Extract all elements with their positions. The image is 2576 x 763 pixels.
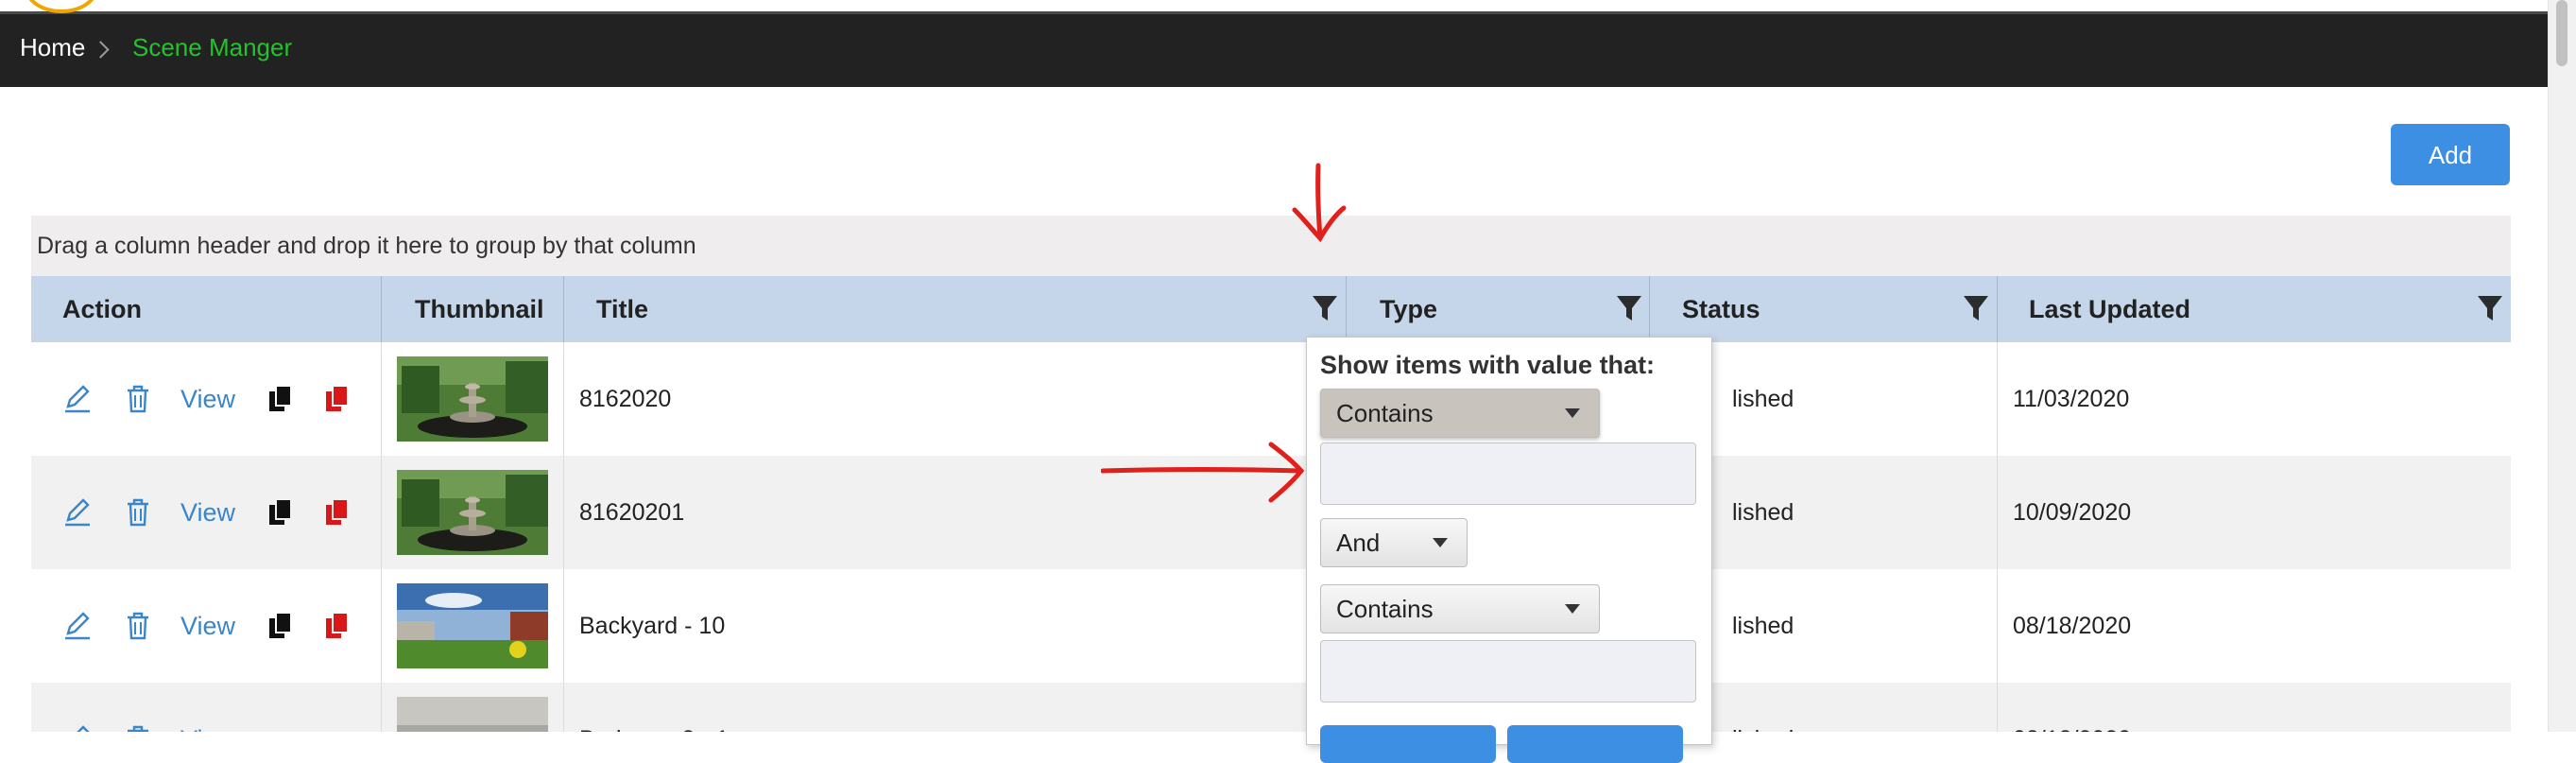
duplicate-icon[interactable]: [323, 724, 352, 732]
breadcrumb: Home Scene Manger: [0, 14, 2548, 87]
group-by-panel[interactable]: Drag a column header and drop it here to…: [31, 216, 2511, 276]
filter-value-1-input[interactable]: [1320, 442, 1696, 505]
breadcrumb-current: Scene Manger: [132, 33, 293, 61]
column-divider: [1997, 342, 1998, 456]
column-divider[interactable]: [1649, 276, 1650, 342]
filter-operator-1-dropdown[interactable]: Contains: [1320, 389, 1600, 438]
table-row: View Bedroom 2 - 1 lished 08/18/2020: [31, 683, 2511, 732]
group-by-hint: Drag a column header and drop it here to…: [37, 233, 696, 259]
title-cell: 81620201: [579, 499, 685, 526]
filter-logic-dropdown[interactable]: And: [1320, 518, 1468, 567]
last-updated-cell: 08/18/2020: [2013, 613, 2132, 639]
breadcrumb-home-link[interactable]: Home: [20, 14, 85, 80]
edit-icon[interactable]: [62, 724, 93, 732]
caret-down-icon: [1565, 604, 1580, 614]
filter-icon-status[interactable]: [1963, 294, 1989, 322]
status-cell: lished: [1732, 499, 1795, 526]
status-cell: lished: [1732, 613, 1795, 639]
column-header-last-updated[interactable]: Last Updated: [2029, 276, 2190, 342]
column-header-action[interactable]: Action: [62, 276, 142, 342]
filter-icon-title[interactable]: [1312, 294, 1338, 322]
view-link[interactable]: View: [180, 342, 235, 456]
column-divider: [1997, 569, 1998, 683]
duplicate-icon[interactable]: [323, 611, 352, 641]
column-divider: [381, 569, 382, 683]
last-updated-cell: 11/03/2020: [2013, 386, 2130, 412]
scrollbar[interactable]: [2548, 0, 2576, 732]
grid-header: Action Thumbnail Title Type Status Last …: [31, 276, 2511, 342]
duplicate-icon[interactable]: [323, 497, 352, 528]
last-updated-cell: 10/09/2020: [2013, 499, 2132, 526]
column-divider: [1997, 683, 1998, 732]
column-divider: [563, 569, 564, 683]
column-divider: [381, 342, 382, 456]
scrollbar-thumb[interactable]: [2556, 0, 2567, 66]
edit-icon[interactable]: [62, 384, 93, 414]
thumbnail-image[interactable]: [397, 583, 548, 668]
title-cell: Backyard - 10: [579, 613, 726, 639]
trash-icon[interactable]: [124, 497, 152, 528]
title-cell: 8162020: [579, 386, 672, 412]
caret-down-icon: [1565, 408, 1580, 418]
top-strip: [0, 0, 2548, 14]
filter-value-2-input[interactable]: [1320, 640, 1696, 702]
column-header-type[interactable]: Type: [1380, 276, 1437, 342]
trash-icon[interactable]: [124, 611, 152, 641]
column-divider: [381, 683, 382, 732]
title-cell: Bedroom 2 - 1: [579, 683, 729, 732]
filter-logic-value: And: [1336, 529, 1381, 557]
table-row: View Backyard - 10 lished 08/18/2020: [31, 569, 2511, 683]
copy-icon[interactable]: [266, 611, 295, 641]
status-cell: lished: [1732, 683, 1794, 732]
thumbnail-image[interactable]: [397, 697, 548, 732]
trash-icon[interactable]: [124, 724, 152, 732]
filter-operator-2-value: Contains: [1336, 595, 1434, 623]
edit-icon[interactable]: [62, 611, 93, 641]
filter-clear-button[interactable]: [1507, 725, 1683, 763]
column-divider[interactable]: [1997, 276, 1998, 342]
add-button[interactable]: Add: [2391, 124, 2510, 185]
column-divider: [563, 683, 564, 732]
column-header-thumbnail[interactable]: Thumbnail: [415, 276, 544, 342]
filter-popup: Show items with value that: Contains And…: [1306, 337, 1712, 763]
filter-apply-button[interactable]: [1320, 725, 1496, 763]
trash-icon[interactable]: [124, 384, 152, 414]
column-divider: [381, 456, 382, 569]
column-header-title[interactable]: Title: [596, 276, 648, 342]
chevron-right-icon: [92, 41, 110, 59]
view-link[interactable]: View: [180, 456, 235, 569]
copy-icon[interactable]: [266, 724, 295, 732]
column-divider[interactable]: [563, 276, 564, 342]
thumbnail-image[interactable]: [397, 470, 548, 555]
status-cell: lished: [1732, 386, 1795, 412]
filter-icon-last-updated[interactable]: [2477, 294, 2503, 322]
caret-down-icon: [1433, 538, 1448, 547]
copy-icon[interactable]: [266, 497, 295, 528]
filter-operator-1-value: Contains: [1336, 399, 1434, 427]
filter-popup-title: Show items with value that:: [1320, 351, 1656, 379]
copy-icon[interactable]: [266, 384, 295, 414]
edit-icon[interactable]: [62, 497, 93, 528]
column-divider[interactable]: [1346, 276, 1347, 342]
view-link[interactable]: View: [180, 569, 235, 683]
column-header-status[interactable]: Status: [1682, 276, 1760, 342]
column-divider[interactable]: [381, 276, 382, 342]
filter-icon-type[interactable]: [1616, 294, 1642, 322]
table-row: View 8162020 lished 11/03/2020: [31, 342, 2511, 456]
duplicate-icon[interactable]: [323, 384, 352, 414]
last-updated-cell: 08/18/2020: [2013, 683, 2131, 732]
thumbnail-image[interactable]: [397, 356, 548, 442]
table-row: View 81620201 lished 10/09/2020: [31, 456, 2511, 569]
filter-operator-2-dropdown[interactable]: Contains: [1320, 584, 1600, 633]
logo[interactable]: [25, 0, 98, 13]
view-link[interactable]: View: [180, 683, 235, 732]
column-divider: [563, 342, 564, 456]
column-divider: [563, 456, 564, 569]
column-divider: [1997, 456, 1998, 569]
